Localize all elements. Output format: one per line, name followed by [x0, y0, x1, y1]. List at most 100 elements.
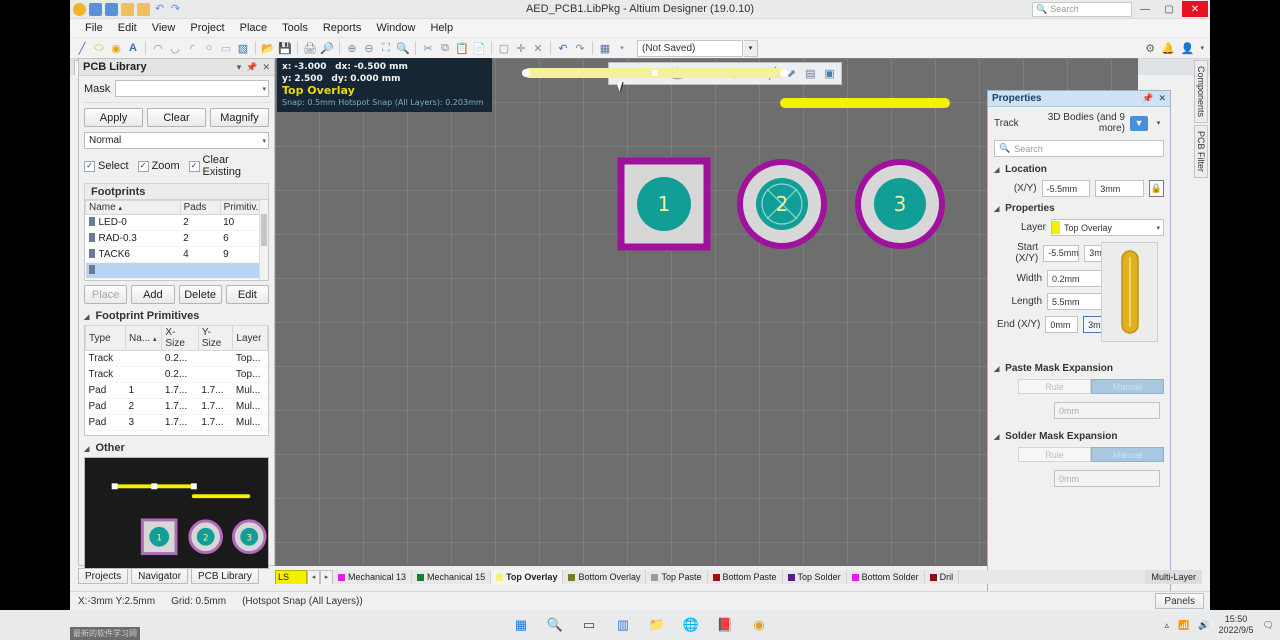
- paste-expansion-input[interactable]: 0mm: [1054, 402, 1160, 419]
- track-handle-end[interactable]: [780, 69, 788, 77]
- place-polygon-icon[interactable]: ▧: [235, 40, 251, 56]
- other-section-header[interactable]: ◢ Other: [84, 442, 269, 454]
- layer-tab-bottom-overlay[interactable]: Bottom Overlay: [563, 570, 647, 584]
- paste-mask-group-header[interactable]: ◢ Paste Mask Expansion: [994, 363, 1164, 374]
- widgets-icon[interactable]: ▥: [614, 616, 632, 634]
- grid-icon[interactable]: ▦: [597, 40, 613, 56]
- panel-pin-icon[interactable]: 📌: [246, 62, 257, 73]
- table-row[interactable]: Track 0.2... Top...: [85, 366, 268, 383]
- footprint-primitives-header[interactable]: ◢ Footprint Primitives: [84, 310, 269, 322]
- altium-taskbar-icon[interactable]: ◉: [750, 616, 768, 634]
- clear-button[interactable]: Clear: [147, 108, 206, 127]
- place-keepout-icon[interactable]: ▤: [802, 65, 819, 82]
- close-button[interactable]: ✕: [1182, 1, 1208, 17]
- menu-edit[interactable]: Edit: [111, 20, 144, 36]
- maximize-button[interactable]: ▢: [1158, 1, 1180, 17]
- track-handle-mid[interactable]: [652, 70, 658, 76]
- layer-scroll-right-icon[interactable]: ▸: [320, 570, 333, 584]
- footprints-list[interactable]: Name ▴ Pads Primitiv... LED-0 2 10 RAD-0…: [84, 200, 269, 281]
- checkbox-zoom[interactable]: ✓ Zoom: [137, 160, 180, 172]
- checkbox-select[interactable]: ✓ Select: [84, 160, 129, 172]
- solder-manual-option[interactable]: Manual: [1091, 447, 1164, 462]
- start-x-input[interactable]: -5.5mm: [1043, 244, 1080, 262]
- undo-toolbar-icon[interactable]: ↶: [555, 40, 571, 56]
- windows-start-icon[interactable]: ▦: [512, 616, 530, 634]
- zoom-out-icon[interactable]: ⊖: [361, 40, 377, 56]
- account-dropdown-icon[interactable]: ▾: [1200, 44, 1204, 52]
- place-arc-edge-icon[interactable]: ◡: [167, 40, 183, 56]
- delete-button[interactable]: Delete: [178, 285, 222, 304]
- layer-tab-top-solder[interactable]: Top Solder: [783, 570, 847, 584]
- zoom-in-icon[interactable]: ⊕: [344, 40, 360, 56]
- menu-help[interactable]: Help: [423, 20, 460, 36]
- track-handle-start[interactable]: [522, 69, 530, 77]
- footprints-scrollbar[interactable]: [259, 200, 268, 280]
- layer-tab-mechanical-15[interactable]: Mechanical 15: [412, 570, 492, 584]
- paste-manual-option[interactable]: Manual: [1091, 379, 1164, 394]
- scrollbar-thumb[interactable]: [261, 214, 267, 246]
- properties-group-header[interactable]: ◢ Properties: [994, 203, 1164, 214]
- panel-pin-icon[interactable]: 📌: [1142, 93, 1153, 104]
- table-row[interactable]: Pad 1 1.7... 1.7... Mul...: [85, 382, 268, 399]
- tray-expand-icon[interactable]: ▵: [1165, 620, 1170, 631]
- col-name[interactable]: Name ▴: [85, 200, 181, 215]
- layer-select[interactable]: Top Overlay ▾: [1051, 219, 1164, 236]
- add-button[interactable]: Add: [131, 285, 175, 304]
- place-via-icon[interactable]: ◉: [108, 40, 124, 56]
- browser-icon[interactable]: 🌐: [682, 616, 700, 634]
- lock-icon[interactable]: 🔒: [1148, 180, 1164, 197]
- variant-dropdown-icon[interactable]: ▾: [744, 39, 758, 57]
- place-line-icon[interactable]: ╱: [74, 40, 90, 56]
- tab-projects[interactable]: Projects: [78, 568, 129, 584]
- account-icon[interactable]: 👤: [1181, 42, 1195, 55]
- panels-button[interactable]: Panels: [1155, 593, 1204, 609]
- tray-network-icon[interactable]: 📶: [1178, 620, 1189, 631]
- mask-mode-select[interactable]: Normal ▾: [84, 132, 269, 149]
- layer-tab-top-paste[interactable]: Top Paste: [646, 570, 708, 584]
- chevron-down-icon[interactable]: ▾: [1153, 116, 1164, 131]
- panel-dropdown-icon[interactable]: ▾: [237, 62, 242, 73]
- table-row-selected[interactable]: TO-220 3 9: [85, 262, 268, 279]
- tab-pcb-filter[interactable]: PCB Filter: [1194, 125, 1208, 179]
- col-pads[interactable]: Pads: [179, 200, 221, 215]
- tab-components[interactable]: Components: [1194, 60, 1208, 124]
- table-row[interactable]: RAD-0.3 2 6: [85, 230, 268, 247]
- chevron-down-icon[interactable]: ▾: [1156, 224, 1160, 232]
- menu-project[interactable]: Project: [183, 20, 231, 36]
- open-document-icon[interactable]: 📂: [260, 40, 276, 56]
- layer-tab-bottom-paste[interactable]: Bottom Paste: [708, 570, 783, 584]
- place-button[interactable]: Place: [84, 285, 128, 304]
- panel-close-icon[interactable]: ✕: [262, 62, 270, 73]
- layer-sets-button[interactable]: LS: [275, 570, 307, 584]
- edit-button[interactable]: Edit: [225, 285, 269, 304]
- layer-scroll-left-icon[interactable]: ◂: [307, 570, 320, 584]
- track-normal[interactable]: [780, 98, 950, 108]
- deselect-icon[interactable]: ✕: [530, 40, 546, 56]
- properties-search-input[interactable]: 🔍 Search: [994, 140, 1164, 157]
- zoom-area-icon[interactable]: 🔍: [395, 40, 411, 56]
- location-y-input[interactable]: 3mm: [1095, 180, 1144, 197]
- solder-mask-group-header[interactable]: ◢ Solder Mask Expansion: [994, 431, 1164, 442]
- tab-pcb-library[interactable]: PCB Library: [190, 568, 259, 584]
- menu-place[interactable]: Place: [233, 20, 275, 36]
- taskbar-clock[interactable]: 15:50 2022/9/5: [1219, 614, 1254, 636]
- location-x-input[interactable]: -5.5mm: [1041, 180, 1091, 197]
- col-pname[interactable]: Na... ▴: [125, 325, 163, 351]
- primitives-table-container[interactable]: Type Na... ▴ X-Size Y-Size Layer Track 0…: [84, 325, 269, 436]
- end-x-input[interactable]: 0mm: [1045, 316, 1079, 333]
- filter-icon[interactable]: ▼: [1130, 115, 1148, 131]
- paste-icon[interactable]: 📋: [454, 40, 470, 56]
- menu-view[interactable]: View: [145, 20, 183, 36]
- cut-icon[interactable]: ✂: [420, 40, 436, 56]
- layer-tab-bottom-solder[interactable]: Bottom Solder: [847, 570, 925, 584]
- chevron-down-icon[interactable]: ▾: [262, 85, 266, 93]
- paste-special-icon[interactable]: 📄: [471, 40, 487, 56]
- footprint-preview[interactable]: 1 2 3: [84, 457, 269, 569]
- place-arc-center-icon[interactable]: ◠: [150, 40, 166, 56]
- mask-input[interactable]: ▾: [115, 80, 269, 97]
- location-group-header[interactable]: ◢ Location: [994, 164, 1164, 175]
- grid-dropdown-icon[interactable]: ▾: [614, 40, 630, 56]
- table-row[interactable]: Pad 2 1.7... 1.7... Mul...: [85, 398, 268, 415]
- pdf-reader-icon[interactable]: 📕: [716, 616, 734, 634]
- settings-gear-icon[interactable]: ⚙: [1145, 42, 1155, 55]
